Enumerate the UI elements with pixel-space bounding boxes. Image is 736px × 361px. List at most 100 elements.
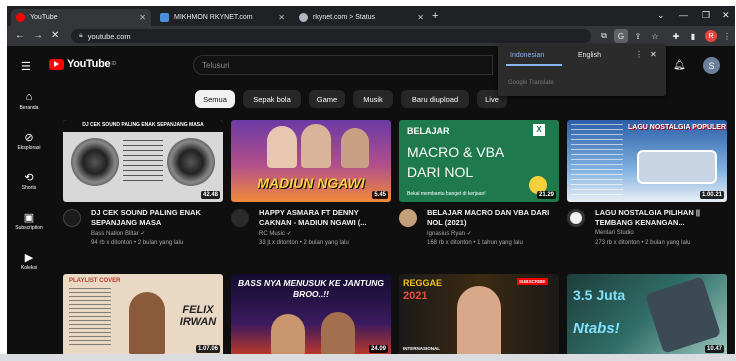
- sidebar-item-eksplorasi[interactable]: ⊘ Eksplorasi: [7, 131, 51, 151]
- channel-avatar[interactable]: [399, 209, 417, 227]
- status-bar: [0, 354, 736, 361]
- translate-icon[interactable]: G: [614, 29, 628, 43]
- chip-semua[interactable]: Semua: [195, 90, 235, 108]
- thumbnail-text: 2021: [403, 290, 428, 302]
- song-list-lines: [571, 124, 623, 196]
- tab-mikhmon[interactable]: MIKHMON RKYNET.com ✕: [155, 9, 290, 26]
- video-thumbnail[interactable]: 3.5 Juta Ntabs! 10.47: [567, 274, 727, 356]
- new-tab-icon[interactable]: +: [432, 10, 438, 22]
- more-options-icon[interactable]: ⋮: [635, 50, 643, 59]
- thumbnail-text: PLAYLIST COVER: [69, 278, 121, 284]
- channel-name[interactable]: RC Music ✓: [259, 230, 292, 237]
- thumbnail-phone: [644, 276, 722, 354]
- thumbnail-text: INTERNASIONAL: [403, 346, 440, 351]
- sidebar-item-beranda[interactable]: ⌂ Beranda: [7, 91, 51, 111]
- side-panel-icon[interactable]: ▮: [686, 29, 700, 43]
- sidebar-item-shorts[interactable]: ⟲ Shorts: [7, 171, 51, 191]
- stop-icon[interactable]: ✕: [51, 30, 59, 41]
- thumbnail-text: BASS NYA MENUSUK KE JANTUNG BROO..!!: [238, 278, 384, 299]
- profile-avatar[interactable]: R: [705, 30, 717, 42]
- chip-sepak-bola[interactable]: Sepak bola: [243, 90, 301, 108]
- video-thumbnail[interactable]: BASS NYA MENUSUK KE JANTUNG BROO..!! 24.…: [231, 274, 391, 356]
- close-icon[interactable]: ✕: [417, 13, 424, 22]
- maximize-icon[interactable]: ❐: [702, 10, 710, 21]
- sidebar-label: Koleksi: [20, 265, 38, 271]
- logo-country: ID: [111, 61, 117, 67]
- video-thumbnail[interactable]: LAGU NOSTALGIA POPULER 1.00.21: [567, 120, 727, 202]
- close-icon[interactable]: ✕: [650, 50, 657, 59]
- address-text: youtube.com: [87, 31, 131, 41]
- chip-baru-diupload[interactable]: Baru diupload: [401, 90, 469, 108]
- video-title[interactable]: DJ CEK SOUND PALING ENAK SEPANJANG MASA: [91, 208, 223, 228]
- extensions-icon[interactable]: ✚: [669, 29, 683, 43]
- account-avatar[interactable]: S: [703, 57, 720, 74]
- channel-avatar[interactable]: [231, 209, 249, 227]
- close-icon[interactable]: ✕: [278, 13, 285, 22]
- video-thumbnail[interactable]: REGGAE 2021 INTERNASIONAL SUBSCRIBE: [399, 274, 559, 356]
- close-icon[interactable]: ✕: [139, 13, 146, 22]
- thumbnail-person: [341, 128, 369, 168]
- minimize-icon[interactable]: —: [679, 10, 688, 20]
- video-meta: 273 rb x ditonton • 2 bulan yang lalu: [595, 240, 691, 246]
- channel-name[interactable]: Ignasius Ryan ✓: [427, 230, 472, 237]
- bookmark-star-icon[interactable]: ☆: [648, 29, 662, 43]
- tab-search-chevron-icon[interactable]: ⌄: [657, 10, 665, 21]
- home-icon: ⌂: [25, 91, 33, 103]
- share-icon[interactable]: ⇪: [631, 29, 645, 43]
- video-thumbnail[interactable]: PLAYLIST COVER FELIX IRWAN 1.07.06: [63, 274, 223, 356]
- thumbnail-text: 3.5 Juta: [573, 287, 626, 303]
- translate-lang-indonesian[interactable]: Indonesian: [510, 52, 544, 59]
- video-duration: 10.47: [704, 345, 724, 353]
- video-title[interactable]: LAGU NOSTALGIA PILIHAN || TEMBANG KENANG…: [595, 208, 727, 228]
- video-thumbnail[interactable]: MADIUN NGAWI 5.45: [231, 120, 391, 202]
- tab-youtube[interactable]: YouTube ✕: [11, 9, 151, 26]
- thumbnail-person: [129, 292, 165, 354]
- video-thumbnail[interactable]: BELAJAR MACRO & VBA DARI NOL Bekal memba…: [399, 120, 559, 202]
- window-close-icon[interactable]: ✕: [722, 10, 730, 21]
- rkynet-favicon: [299, 13, 308, 22]
- thumbnail-text: BELAJAR: [407, 126, 450, 136]
- video-meta: 94 rb x ditonton • 2 bulan yang lalu: [91, 240, 184, 246]
- logo-text: YouTube: [67, 58, 111, 70]
- active-tab-underline: [506, 64, 562, 66]
- thumbnail-bus: [637, 150, 717, 184]
- menu-kebab-icon[interactable]: ⋮: [720, 29, 734, 43]
- thumbnail-text: Ntabs!: [573, 320, 620, 337]
- channel-avatar[interactable]: [567, 209, 585, 227]
- sidebar-label: Shorts: [21, 185, 37, 191]
- youtube-logo[interactable]: YouTube ID: [49, 58, 116, 70]
- back-icon[interactable]: ←: [15, 30, 25, 41]
- hamburger-menu-icon[interactable]: ☰: [21, 60, 31, 73]
- address-toolbar: ← → ✕ 🔒︎ youtube.com ⧉ G ⇪ ☆ ✚ ▮ R ⋮: [7, 26, 735, 46]
- tab-rkynet-status[interactable]: rkynet.com > Status ✕: [294, 9, 429, 26]
- video-thumbnail[interactable]: DJ CEK SOUND PALING ENAK SEPANJANG MASA …: [63, 120, 223, 202]
- tab-title: rkynet.com > Status: [313, 14, 376, 21]
- thumbnail-text: REGGAE: [403, 278, 443, 288]
- sidebar-label: Beranda: [19, 105, 39, 111]
- search-input[interactable]: Telusuri: [193, 55, 493, 75]
- chip-game[interactable]: Game: [309, 90, 345, 108]
- channel-avatar[interactable]: [63, 209, 81, 227]
- speaker-left: [71, 138, 119, 186]
- video-duration: 1.07.06: [195, 345, 220, 353]
- install-app-icon[interactable]: ⧉: [597, 29, 611, 43]
- sidebar-label: Eksplorasi: [17, 145, 41, 151]
- address-bar[interactable]: 🔒︎ youtube.com: [71, 29, 591, 43]
- channel-name[interactable]: Bass Nation Blitar ✓: [91, 230, 145, 237]
- notifications-bell-icon[interactable]: 🔔︎: [673, 60, 686, 71]
- thumbnail-person: [267, 126, 297, 168]
- channel-name[interactable]: Mentari Studio: [595, 230, 634, 236]
- thumbnail-person: [301, 124, 331, 168]
- video-duration: 24.09: [368, 345, 388, 353]
- video-title[interactable]: BELAJAR MACRO DAN VBA DARI NOL (2021): [427, 208, 559, 228]
- sidebar-item-subscription[interactable]: ▣ Subscription: [7, 211, 51, 231]
- song-list-lines: [69, 288, 111, 348]
- chip-musik[interactable]: Musik: [353, 90, 393, 108]
- sidebar-item-koleksi[interactable]: ▶ Koleksi: [7, 251, 51, 271]
- forward-icon[interactable]: →: [33, 30, 43, 41]
- translate-lang-english[interactable]: English: [578, 52, 601, 59]
- thumbnail-text: FELIX IRWAN: [179, 304, 217, 328]
- video-title[interactable]: HAPPY ASMARA Ft DENNY CAKNAN - MADIUN NG…: [259, 208, 391, 228]
- video-duration: 5.45: [372, 191, 388, 199]
- translate-footer: Google Translate: [508, 80, 554, 86]
